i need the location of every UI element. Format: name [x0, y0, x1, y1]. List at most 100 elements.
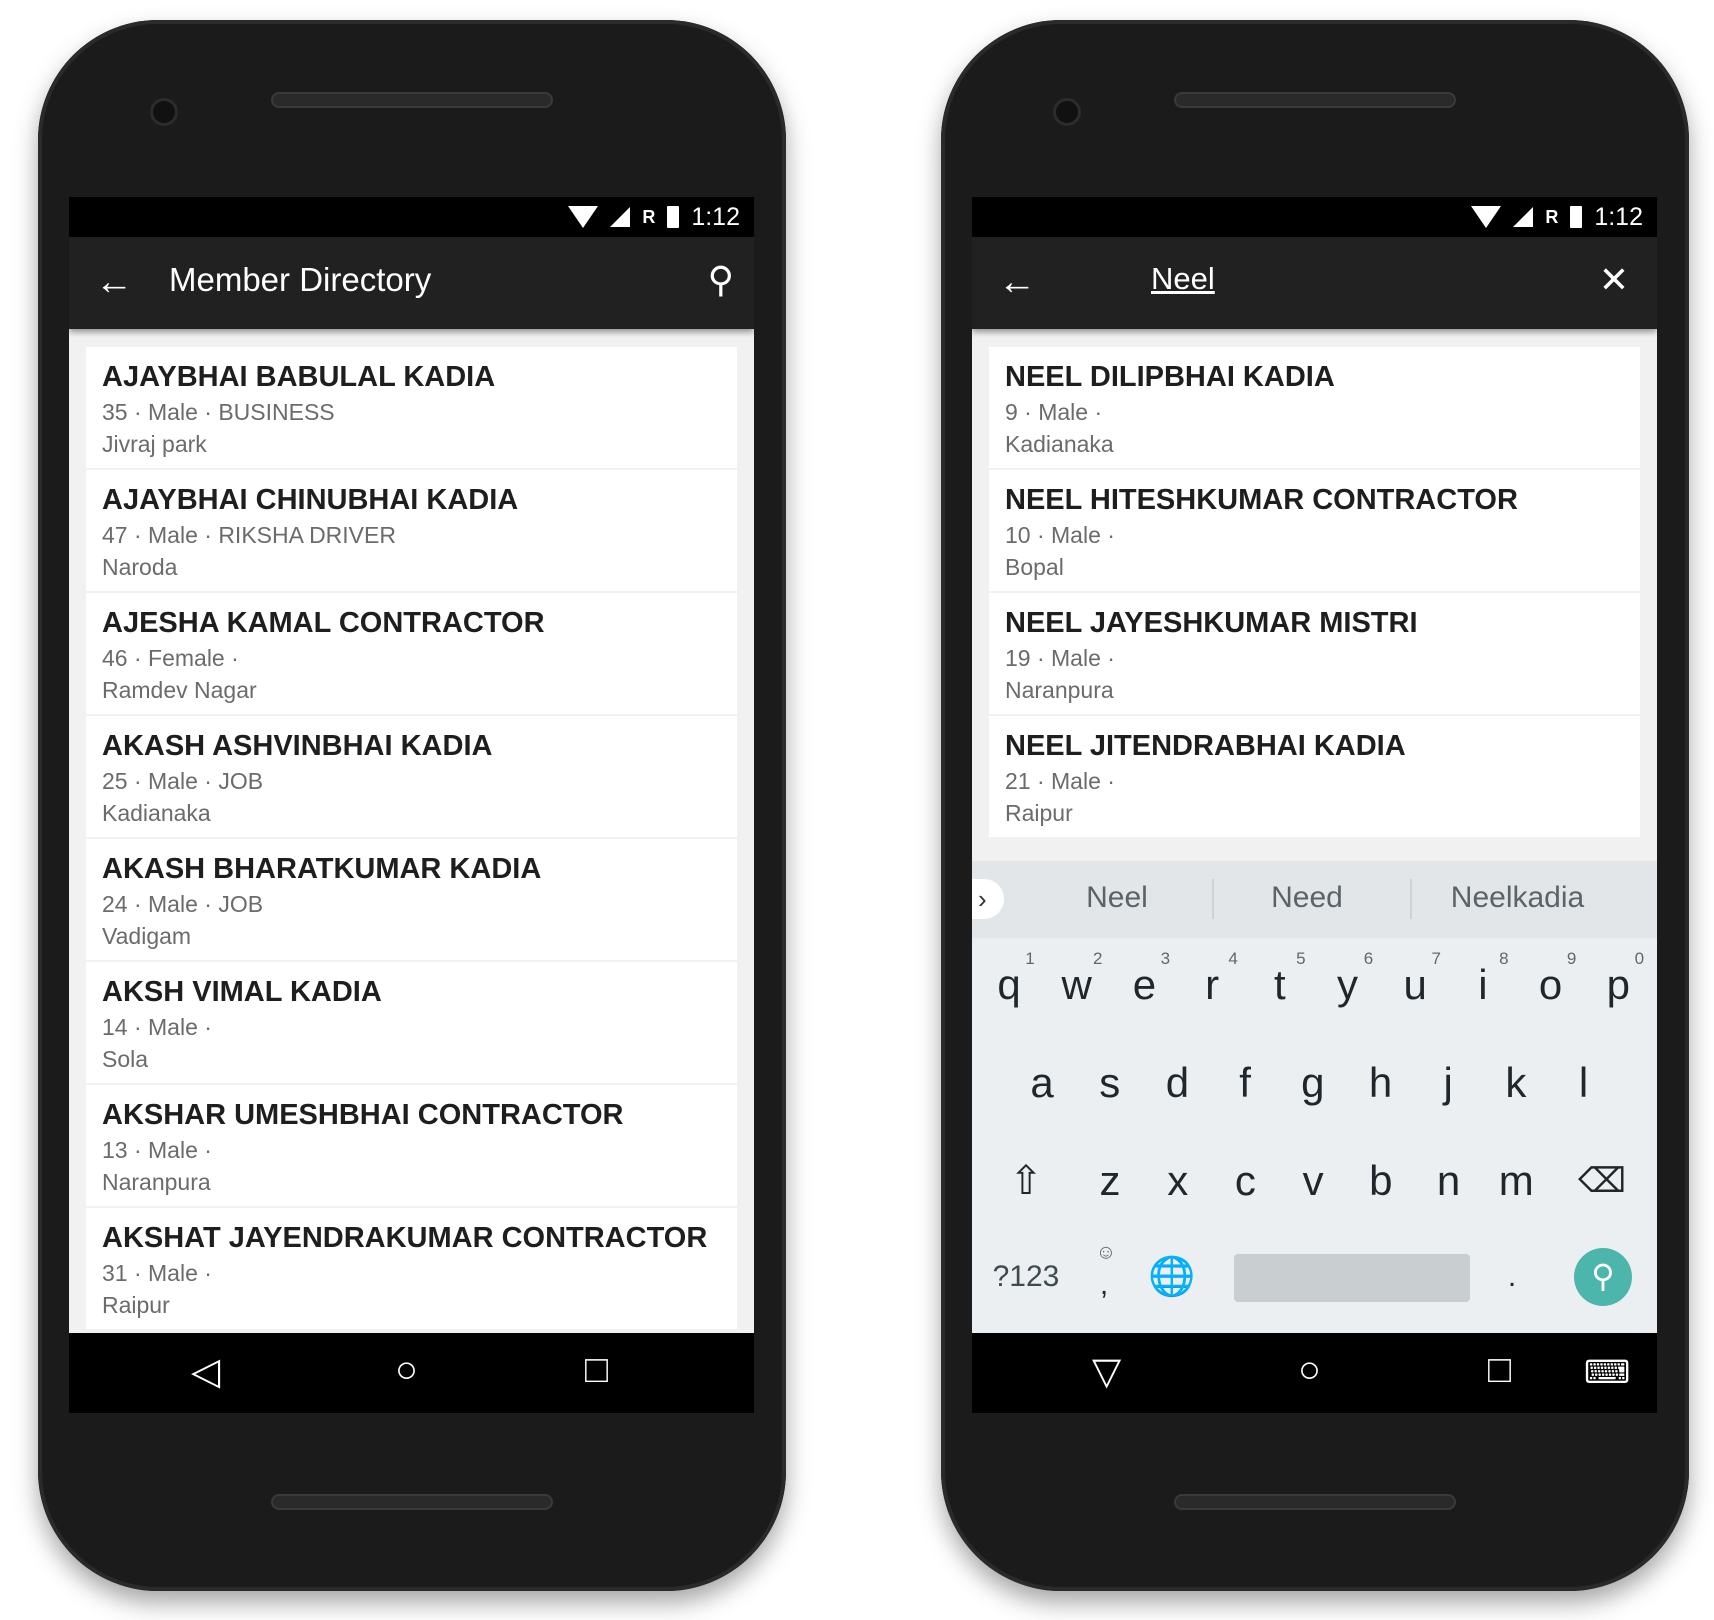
search-bar: ← Neel ✕ [972, 237, 1657, 329]
bottom-speaker [271, 1494, 553, 1510]
key-k[interactable]: k [1486, 1059, 1546, 1107]
member-card[interactable]: AJAYBHAI CHINUBHAI KADIA 47 · Male · RIKS… [86, 470, 737, 591]
signal-icon [1513, 207, 1534, 227]
member-details: 14 · Male · [102, 1014, 212, 1040]
member-location: Naranpura [102, 1169, 211, 1195]
chevron-right-icon[interactable]: › [972, 879, 1004, 919]
key-d[interactable]: d [1147, 1059, 1207, 1107]
member-list[interactable]: AJAYBHAI BABULAL KADIA 35 · Male · BUSINE… [69, 329, 754, 1333]
key-number-hint: 7 [1431, 949, 1441, 968]
key-l[interactable]: l [1554, 1059, 1614, 1107]
key-c[interactable]: c [1215, 1157, 1275, 1205]
key-number-hint: 3 [1160, 949, 1171, 968]
key-z[interactable]: z [1080, 1157, 1140, 1205]
status-bar: R 1:12 [69, 197, 754, 237]
backspace-key-icon[interactable]: ⌫ [1572, 1161, 1632, 1201]
keyboard: › Neel Need Neelkadia ⇧ ⌫ ?123 , ☺ 🌐 . ⚲… [972, 861, 1657, 1333]
spacebar[interactable] [1234, 1254, 1470, 1302]
member-card[interactable]: NEEL JITENDRABHAI KADIA 21 · Male · Raipur [989, 716, 1640, 837]
member-details: 31 · Male · [102, 1260, 212, 1286]
nav-bar: ◁ ○ □ [69, 1333, 754, 1413]
member-details: 46 · Female · [102, 645, 239, 671]
earpiece [271, 92, 553, 108]
member-location: Kadianaka [102, 800, 211, 826]
nav-back-icon[interactable]: ◁ [191, 1349, 220, 1394]
member-card[interactable]: AKASH BHARATKUMAR KADIA 24 · Male · JOB Va… [86, 839, 737, 960]
suggestion[interactable]: Neelkadia [1410, 881, 1625, 915]
search-input[interactable]: Neel [1151, 261, 1215, 297]
member-card[interactable]: NEEL JAYESHKUMAR MISTRI 19 · Male · Naranp… [989, 593, 1640, 714]
member-name: NEEL JITENDRABHAI KADIA [1005, 730, 1406, 762]
member-details: 13 · Male · [102, 1137, 212, 1163]
key-g[interactable]: g [1283, 1059, 1343, 1107]
nav-home-icon[interactable]: ○ [395, 1349, 418, 1392]
member-details: 47 · Male · RIKSHA DRIVER [102, 522, 396, 548]
roaming-indicator: R [642, 206, 656, 227]
screen: R 1:12 ← Neel ✕ NEEL DILIPBHAI KADIA 9 · … [972, 197, 1657, 1413]
search-action-key[interactable]: ⚲ [1574, 1248, 1632, 1306]
period-key[interactable]: . [1482, 1260, 1542, 1294]
globe-icon[interactable]: 🌐 [1142, 1255, 1202, 1299]
search-icon[interactable]: ⚲ [708, 259, 734, 301]
page-title: Member Directory [169, 261, 432, 298]
member-card[interactable]: AKSH VIMAL KADIA 14 · Male · Sola [86, 962, 737, 1083]
key-n[interactable]: n [1419, 1157, 1479, 1205]
member-name: AJESHA KAMAL CONTRACTOR [102, 607, 545, 639]
member-details: 24 · Male · JOB [102, 891, 264, 917]
nav-home-icon[interactable]: ○ [1298, 1349, 1321, 1392]
symbols-key[interactable]: ?123 [981, 1260, 1071, 1294]
member-details: 21 · Male · [1005, 768, 1115, 794]
member-details: 9 · Male · [1005, 399, 1103, 425]
back-arrow-icon[interactable]: ← [998, 261, 1036, 304]
key-j[interactable]: j [1418, 1059, 1478, 1107]
screen: R 1:12 ← Member Directory ⚲ AJAYBHAI BAB… [69, 197, 754, 1413]
member-location: Ramdev Nagar [102, 677, 257, 703]
right-phone: R 1:12 ← Neel ✕ NEEL DILIPBHAI KADIA 9 · … [941, 20, 1689, 1591]
key-number-hint: 0 [1634, 949, 1645, 968]
member-location: Naroda [102, 554, 178, 580]
clock: 1:12 [1594, 202, 1643, 231]
nav-recents-icon[interactable]: □ [1488, 1349, 1511, 1392]
member-card[interactable]: AKASH ASHVINBHAI KADIA 25 · Male · JOB Kad… [86, 716, 737, 837]
status-bar: R 1:12 [972, 197, 1657, 237]
close-icon[interactable]: ✕ [1599, 259, 1629, 301]
keyboard-icon[interactable]: ⌨ [1584, 1353, 1630, 1391]
wifi-icon [568, 206, 599, 228]
key-v[interactable]: v [1283, 1157, 1343, 1205]
shift-key-icon[interactable]: ⇧ [996, 1158, 1056, 1204]
suggestion[interactable]: Neel [1022, 881, 1212, 915]
comma-key[interactable]: , [1074, 1268, 1134, 1302]
key-m[interactable]: m [1486, 1157, 1546, 1205]
suggestion[interactable]: Need [1212, 881, 1402, 915]
key-f[interactable]: f [1215, 1059, 1275, 1107]
search-icon: ⚲ [1591, 1258, 1615, 1294]
key-h[interactable]: h [1351, 1059, 1411, 1107]
key-number-hint: 1 [1025, 949, 1035, 968]
member-location: Raipur [102, 1292, 170, 1318]
key-number-hint: 4 [1228, 949, 1238, 968]
member-name: NEEL HITESHKUMAR CONTRACTOR [1005, 484, 1518, 516]
key-number-hint: 9 [1566, 949, 1577, 968]
member-details: 10 · Male · [1005, 522, 1115, 548]
member-card[interactable]: NEEL DILIPBHAI KADIA 9 · Male · Kadianaka [989, 347, 1640, 468]
member-details: 25 · Male · JOB [102, 768, 264, 794]
member-card[interactable]: AJESHA KAMAL CONTRACTOR 46 · Female · Ramd… [86, 593, 737, 714]
member-card[interactable]: AJAYBHAI BABULAL KADIA 35 · Male · BUSINE… [86, 347, 737, 468]
nav-hide-keyboard-icon[interactable]: ▽ [1092, 1349, 1121, 1394]
key-a[interactable]: a [1012, 1059, 1072, 1107]
member-card[interactable]: AKSHAR UMESHBHAI CONTRACTOR 13 · Male · Na… [86, 1085, 737, 1206]
signal-icon [610, 207, 631, 227]
nav-bar: ▽ ○ □ ⌨ [972, 1333, 1657, 1413]
member-name: AJAYBHAI CHINUBHAI KADIA [102, 484, 519, 516]
key-x[interactable]: x [1148, 1157, 1208, 1205]
member-card[interactable]: AKSHAT JAYENDRAKUMAR CONTRACTOR 31 · Male… [86, 1208, 737, 1329]
member-name: AKSH VIMAL KADIA [102, 976, 382, 1008]
key-s[interactable]: s [1080, 1059, 1140, 1107]
member-name: NEEL DILIPBHAI KADIA [1005, 361, 1335, 393]
nav-recents-icon[interactable]: □ [585, 1349, 608, 1392]
back-arrow-icon[interactable]: ← [95, 261, 133, 304]
key-b[interactable]: b [1351, 1157, 1411, 1205]
member-name: AKSHAT JAYENDRAKUMAR CONTRACTOR [102, 1222, 708, 1254]
member-name: NEEL JAYESHKUMAR MISTRI [1005, 607, 1418, 639]
member-card[interactable]: NEEL HITESHKUMAR CONTRACTOR 10 · Male · Bo… [989, 470, 1640, 591]
